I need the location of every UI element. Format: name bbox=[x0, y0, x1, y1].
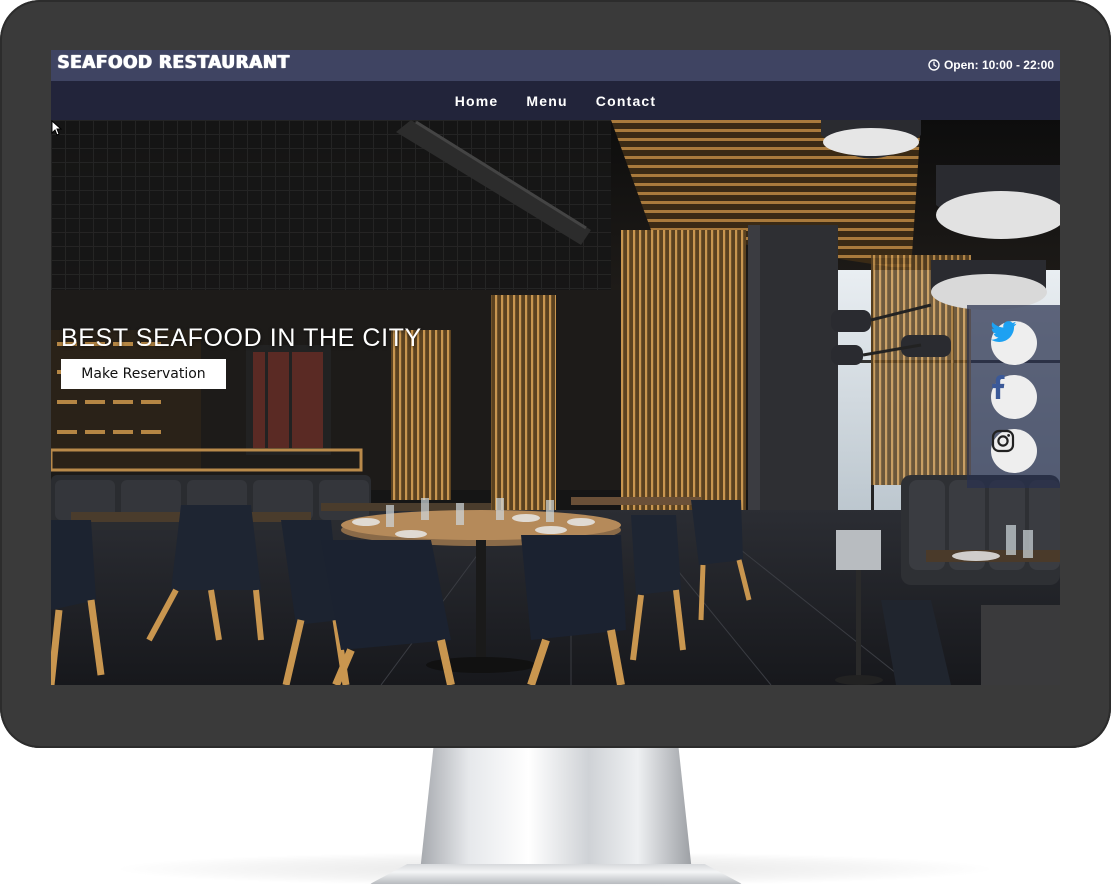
monitor-stand-base bbox=[370, 864, 742, 884]
site-logo[interactable]: SEAFOOD RESTAURANT bbox=[57, 53, 289, 74]
mouse-cursor-icon bbox=[51, 120, 63, 136]
social-links-panel bbox=[967, 305, 1060, 488]
nav-menu[interactable]: Menu bbox=[526, 93, 567, 109]
clock-icon bbox=[928, 59, 940, 71]
nav-contact[interactable]: Contact bbox=[596, 93, 657, 109]
facebook-link[interactable] bbox=[991, 375, 1037, 419]
make-reservation-button[interactable]: Make Reservation bbox=[61, 359, 226, 389]
top-info-bar: SEAFOOD RESTAURANT Open: 10:00 - 22:00 bbox=[51, 50, 1060, 81]
instagram-icon bbox=[991, 429, 1015, 453]
opening-hours-text: Open: 10:00 - 22:00 bbox=[943, 58, 1054, 72]
restaurant-interior-photo bbox=[51, 120, 1060, 685]
hero-headline: BEST SEAFOOD IN THE CITY bbox=[61, 324, 422, 352]
monitor-stand-neck bbox=[420, 746, 692, 872]
facebook-icon bbox=[992, 375, 1005, 399]
twitter-icon bbox=[991, 321, 1017, 342]
opening-hours: Open: 10:00 - 22:00 bbox=[928, 58, 1054, 72]
monitor-screen: SEAFOOD RESTAURANT Open: 10:00 - 22:00 H… bbox=[51, 50, 1060, 685]
nav-home[interactable]: Home bbox=[455, 93, 499, 109]
main-navigation: Home Menu Contact bbox=[51, 81, 1060, 120]
hero-section: BEST SEAFOOD IN THE CITY Make Reservatio… bbox=[51, 120, 1060, 685]
twitter-link[interactable] bbox=[991, 321, 1037, 365]
instagram-link[interactable] bbox=[991, 429, 1037, 473]
